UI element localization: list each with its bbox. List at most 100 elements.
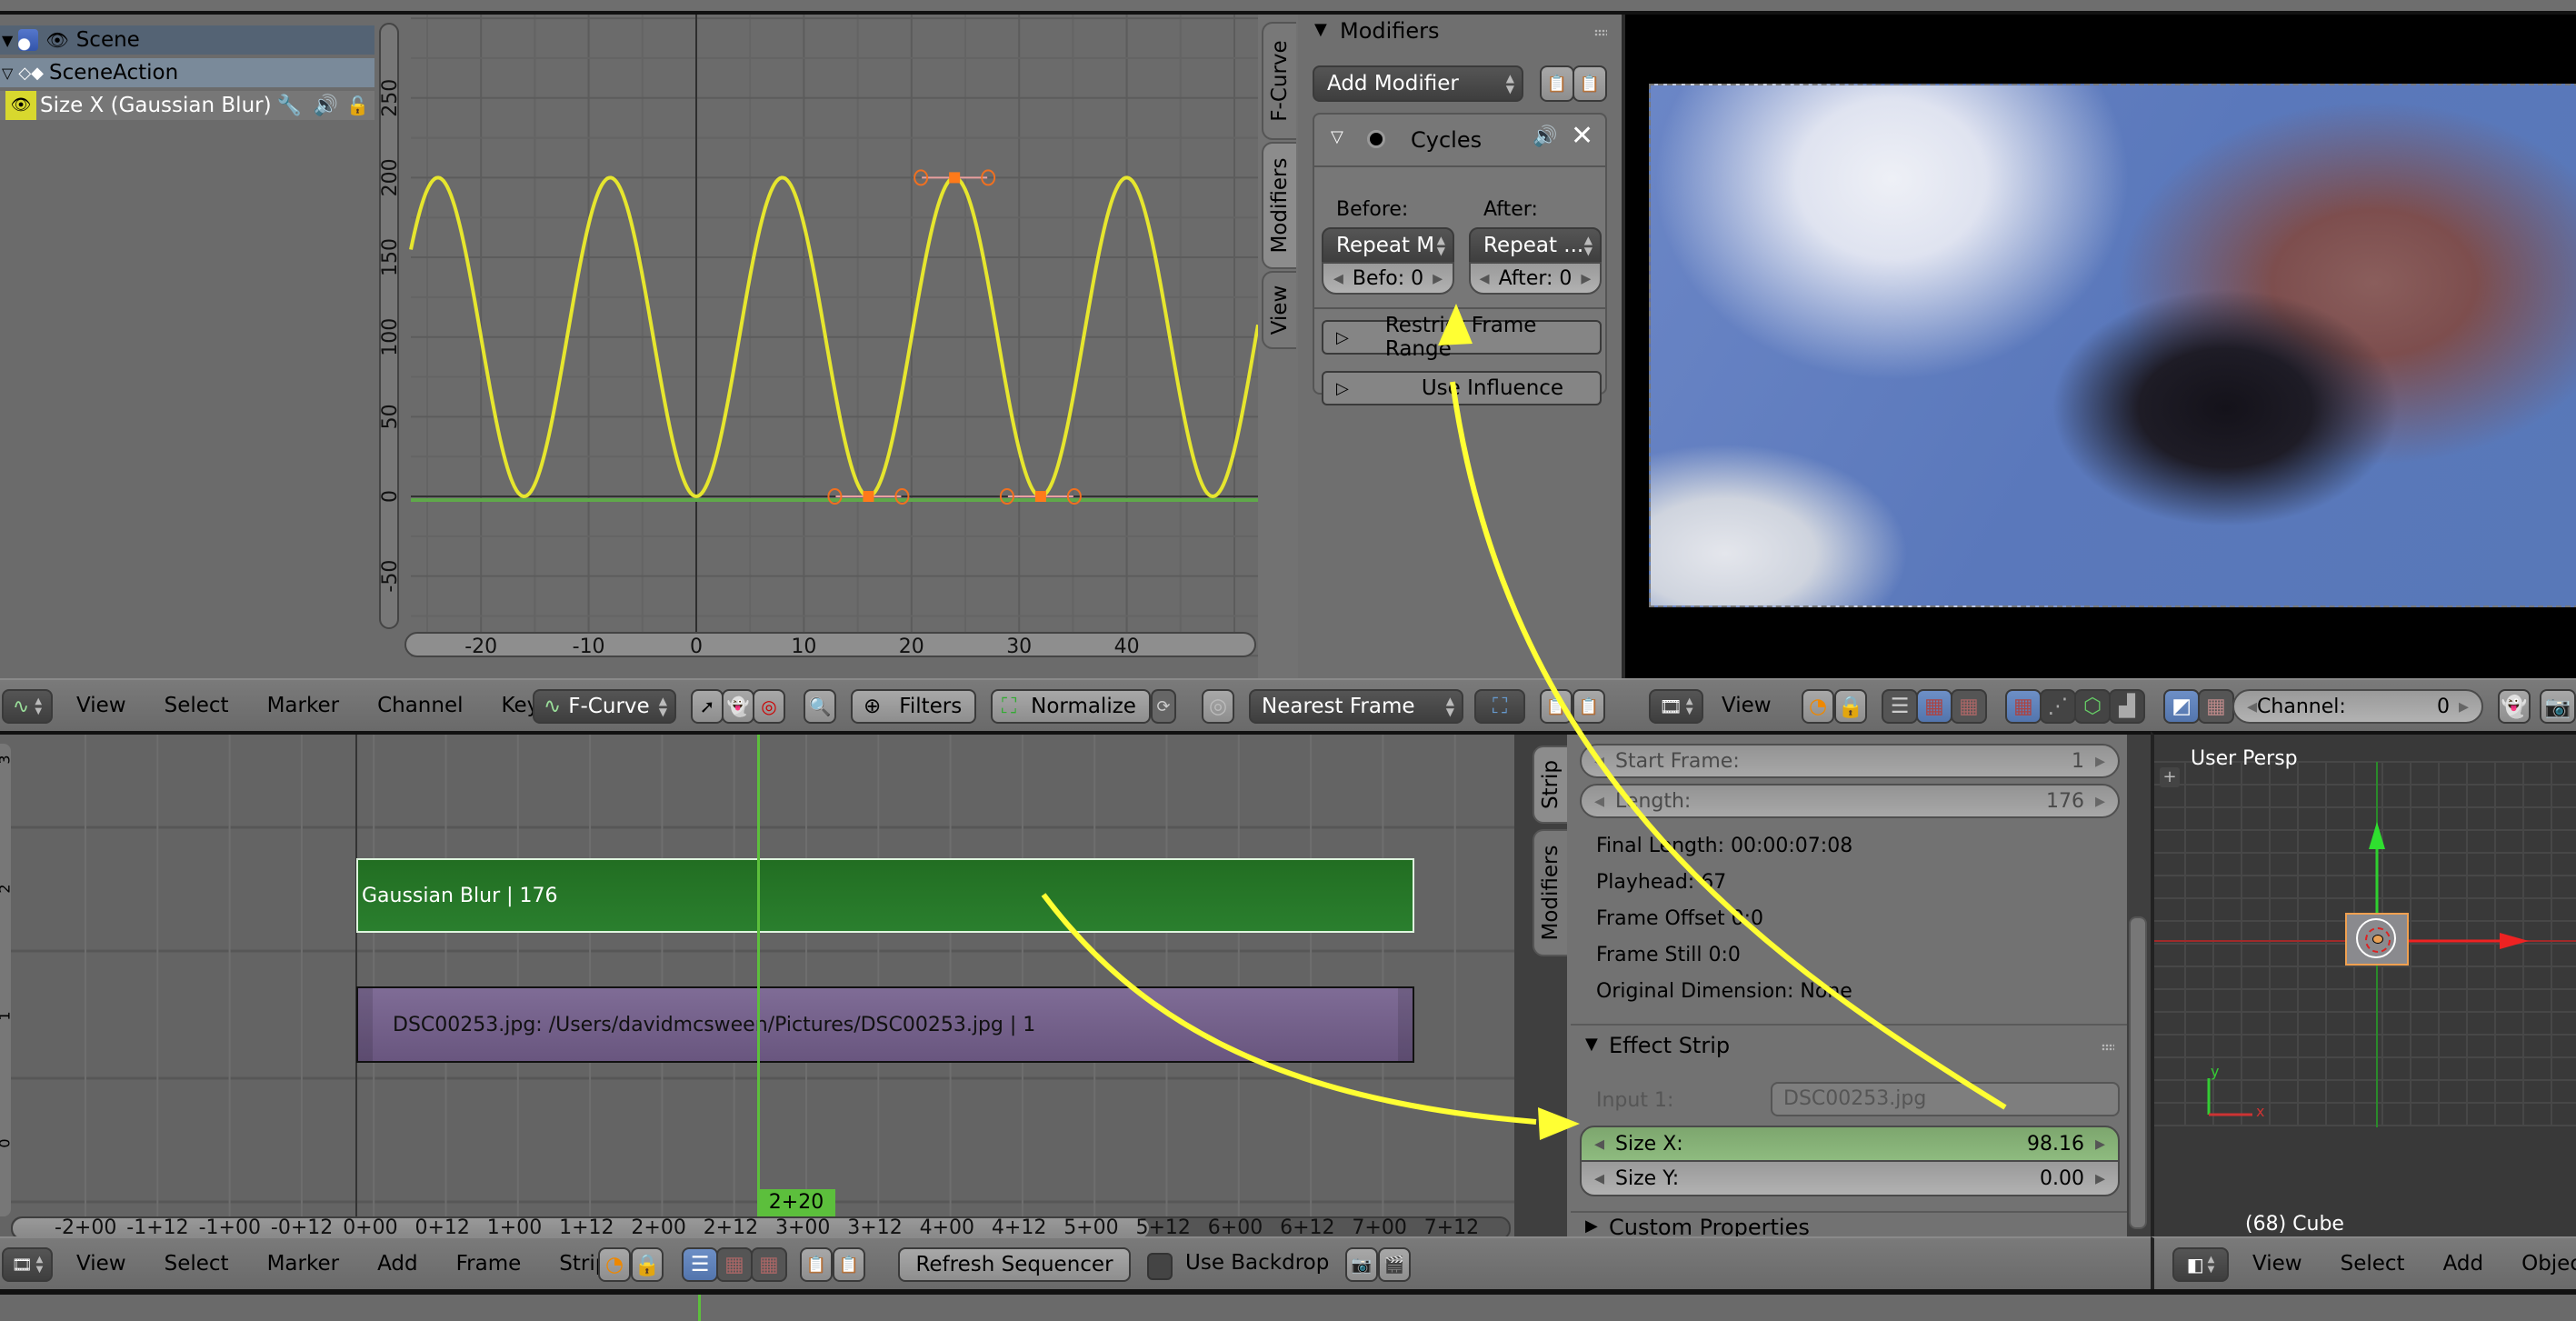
lock-button[interactable]: 🔒 <box>631 1247 664 1282</box>
strip-left-handle[interactable] <box>358 988 373 1061</box>
filters-button[interactable]: ⊕ Filters <box>851 689 976 724</box>
timeline-strip[interactable] <box>0 1289 2576 1321</box>
clock-button[interactable]: ◔ <box>1802 689 1834 724</box>
active-radio-icon[interactable] <box>1367 130 1385 148</box>
expand-icon[interactable]: ▶ <box>1585 1216 1598 1236</box>
view-sequencer-button[interactable]: ☰ <box>682 1247 718 1282</box>
menu-view[interactable]: View <box>2252 1252 2302 1276</box>
3d-viewport[interactable]: yx User Persp + (68) Cube <box>2151 731 2576 1240</box>
channel-row-fcurve[interactable]: 👁 Size X (Gaussian Blur) 🔧 🔊 🔓 <box>0 91 374 120</box>
playhead-line[interactable] <box>757 735 760 1216</box>
paste-strips-button[interactable]: 📋 <box>833 1247 865 1282</box>
ghost-button[interactable]: 👻 <box>2498 689 2531 724</box>
collapse-icon[interactable]: ▼ <box>1314 20 1327 39</box>
view-preview-button[interactable]: ▦ <box>716 1247 753 1282</box>
paste-modifiers-button[interactable]: 📋 <box>1573 65 1607 102</box>
view-preview-button[interactable]: ▦ <box>1916 689 1952 724</box>
render-animation-button[interactable]: 🎬 <box>1378 1247 1411 1282</box>
channel-row-scene[interactable]: ▼ 👁 Scene <box>0 25 374 55</box>
menu-view[interactable]: View <box>76 1252 126 1276</box>
add-modifier-dropdown[interactable]: Add Modifier ▲ ▼ <box>1313 65 1523 102</box>
copy-keyframes-button[interactable]: 📋 <box>1540 689 1573 724</box>
strip-gaussian-blur[interactable]: Gaussian Blur | 176 <box>356 858 1414 933</box>
render-image-button[interactable]: 📷 <box>1345 1247 1378 1282</box>
menu-view[interactable]: View <box>76 694 126 717</box>
editor-type-selector[interactable]: 🎞 ▲ ▼ <box>1649 689 1703 724</box>
editor-type-selector[interactable]: 🎞 ▲ ▼ <box>2 1247 53 1282</box>
tab-fcurve[interactable]: F-Curve <box>1262 22 1296 140</box>
timeline-playhead[interactable] <box>698 1295 701 1321</box>
strip-right-handle[interactable] <box>1398 988 1413 1061</box>
editor-type-selector[interactable]: ◧ ▲ ▼ <box>2172 1247 2229 1282</box>
view-both-button[interactable]: ▦ <box>1951 689 1987 724</box>
strip-image[interactable]: DSC00253.jpg: /Users/davidmcsween/Pictur… <box>356 986 1414 1063</box>
menu-select[interactable]: Select <box>165 694 229 717</box>
start-frame-field[interactable]: ◂ Start Frame: 1 ▸ <box>1580 744 2120 778</box>
channel-row-action[interactable]: ▽ ◇◆ SceneAction <box>0 58 374 87</box>
channels-display-button[interactable]: ▦ <box>2198 689 2234 724</box>
menu-select[interactable]: Select <box>2341 1252 2405 1276</box>
menu-object[interactable]: Object <box>2521 1252 2576 1276</box>
before-mode-dropdown[interactable]: Repeat M ▲ ▼ <box>1322 227 1454 264</box>
wrench-icon[interactable]: 🔧 <box>277 95 302 117</box>
mute-speaker-icon[interactable]: 🔊 <box>1533 125 1557 148</box>
copy-strips-button[interactable]: 📋 <box>800 1247 833 1282</box>
properties-scrollbar[interactable] <box>2129 916 2147 1229</box>
toolshelf-toggle[interactable]: + <box>2160 767 2180 787</box>
size-y-field[interactable]: ◂ Size Y: 0.00 ▸ <box>1580 1160 2120 1196</box>
tab-strip[interactable]: Strip <box>1533 746 1567 824</box>
after-mode-dropdown[interactable]: Repeat ... ▲ ▼ <box>1469 227 1602 264</box>
eye-icon[interactable]: 👁 <box>5 91 36 120</box>
length-field[interactable]: ◂ Length: 176 ▸ <box>1580 784 2120 818</box>
menu-add[interactable]: Add <box>377 1252 418 1276</box>
playhead-label[interactable]: 2+20 <box>757 1189 835 1216</box>
view-sequencer-button[interactable]: ☰ <box>1882 689 1918 724</box>
fcurve-graph[interactable]: 250 200 150 100 50 0 -50 -20 -10 0 10 20 30 40 <box>374 15 1258 678</box>
search-icon[interactable]: 🔍 <box>804 689 836 724</box>
show-errors-button[interactable]: ◎ <box>753 689 785 724</box>
use-backdrop-checkbox[interactable] <box>1147 1253 1173 1280</box>
expand-icon[interactable]: ▽ <box>2 65 13 82</box>
tab-modifiers[interactable]: Modifiers <box>1262 142 1296 269</box>
proportional-edit-toggle[interactable]: ◎ <box>1202 689 1234 724</box>
delete-modifier-icon[interactable]: ✕ <box>1571 120 1593 152</box>
auto-snap-dropdown[interactable]: Nearest Frame ▲ ▼ <box>1249 689 1463 724</box>
menu-add[interactable]: Add <box>2443 1252 2484 1276</box>
view-both-button[interactable]: ▦ <box>751 1247 787 1282</box>
refresh-normalize-button[interactable]: ⟳ <box>1151 689 1176 724</box>
sequencer-timeline[interactable]: 3 2 1 0 Gaussian Blur | 176 DSC00253.jpg… <box>0 731 1514 1240</box>
menu-select[interactable]: Select <box>165 1252 229 1276</box>
menu-frame[interactable]: Frame <box>456 1252 522 1276</box>
vectorscope-button[interactable]: ⬡ <box>2074 689 2111 724</box>
waveform-button[interactable]: ⋰ <box>2040 689 2076 724</box>
paste-keyframes-button[interactable]: 📋 <box>1573 689 1605 724</box>
expand-icon[interactable]: ▼ <box>2 32 13 49</box>
normalize-toggle[interactable]: ⛶ Normalize <box>991 689 1151 724</box>
clock-button[interactable]: ◔ <box>598 1247 631 1282</box>
menu-channel[interactable]: Channel <box>377 694 463 717</box>
drag-handle[interactable] <box>1594 29 1607 36</box>
use-influence-toggle[interactable]: ▷ Use Influence <box>1322 371 1602 405</box>
show-alpha-button[interactable]: ◩ <box>2163 689 2200 724</box>
lock-button[interactable]: 🔒 <box>1834 689 1867 724</box>
render-camera-button[interactable]: 📷 <box>2540 689 2576 724</box>
menu-view[interactable]: View <box>1722 694 1772 717</box>
channel-field[interactable]: ◂ Channel: 0 ▸ <box>2232 689 2483 724</box>
3d-cursor-icon[interactable] <box>2356 918 2396 958</box>
editor-type-selector[interactable]: ∿ ▲ ▼ <box>2 689 53 724</box>
display-image-button[interactable]: ▦ <box>2005 689 2042 724</box>
speaker-icon[interactable]: 🔊 <box>314 95 338 117</box>
lock-icon[interactable]: 🔓 <box>346 95 369 116</box>
tab-modifiers[interactable]: Modifiers <box>1533 829 1567 956</box>
copy-modifiers-button[interactable]: 📋 <box>1540 65 1574 102</box>
drag-handle[interactable] <box>2102 1044 2114 1051</box>
restrict-frame-range-toggle[interactable]: ▷ Restrict Frame Range <box>1322 314 1602 361</box>
ghost-curves-button[interactable]: 👻 <box>722 689 754 724</box>
histogram-button[interactable]: ▟ <box>2109 689 2145 724</box>
eye-icon[interactable]: 👁 <box>45 29 68 51</box>
menu-marker[interactable]: Marker <box>267 1252 340 1276</box>
collapse-icon[interactable]: ▼ <box>1585 1035 1598 1054</box>
refresh-sequencer-button[interactable]: Refresh Sequencer <box>898 1247 1131 1282</box>
pivot-dropdown[interactable]: ⛶ <box>1474 689 1525 724</box>
input1-field[interactable]: DSC00253.jpg <box>1771 1082 2120 1116</box>
